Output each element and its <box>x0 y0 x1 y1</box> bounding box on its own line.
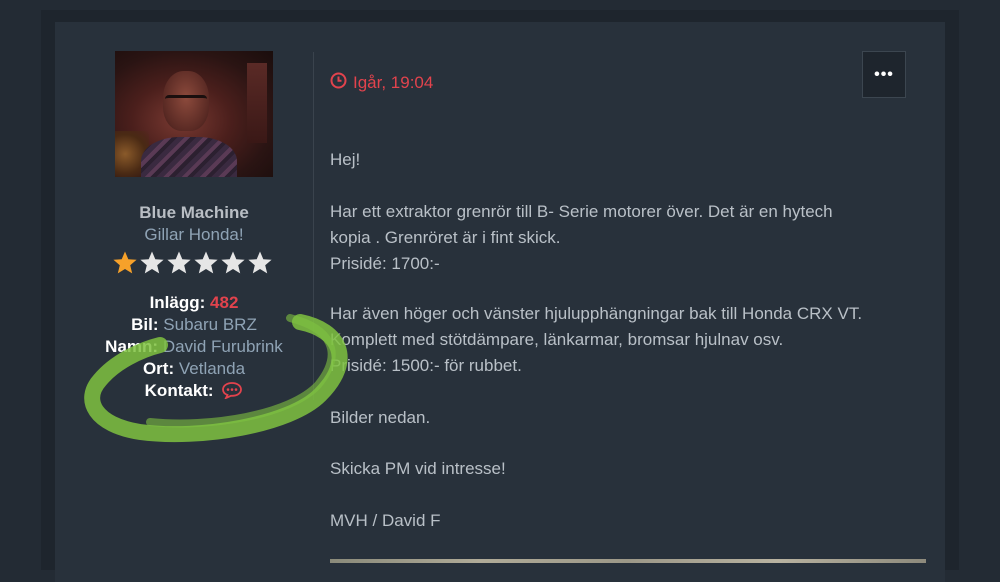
post-paragraph: Har ett extraktor grenrör till B- Serie … <box>330 199 930 277</box>
author-title: Gillar Honda! <box>144 225 244 244</box>
chat-bubble-icon[interactable] <box>221 381 243 405</box>
timestamp-text: Igår, 19:04 <box>353 73 434 92</box>
author-rating <box>112 250 273 278</box>
post-line: Skicka PM vid intresse! <box>330 459 506 478</box>
post-paragraph: Hej! <box>330 147 930 173</box>
post-line: kopia . Grenröret är i fint skick. <box>330 228 561 247</box>
post-menu-button[interactable]: ••• <box>862 51 906 98</box>
attached-image[interactable] <box>330 559 926 563</box>
ellipsis-icon: ••• <box>874 65 894 83</box>
info-label: Ort: <box>142 359 175 378</box>
clock-icon <box>330 72 347 94</box>
author-name[interactable]: Blue Machine <box>55 203 333 223</box>
post-paragraph: Skicka PM vid intresse! <box>330 456 930 482</box>
post-timestamp[interactable]: Igår, 19:04 <box>330 72 433 94</box>
info-row-location: Ort: Vetlanda <box>55 358 333 380</box>
author-avatar[interactable] <box>115 51 273 177</box>
star-empty-icon <box>221 251 245 274</box>
post-paragraph: Bilder nedan. <box>330 405 930 431</box>
post-count[interactable]: 482 <box>210 293 238 312</box>
info-label: Namn: <box>105 337 159 356</box>
info-row-car: Bil: Subaru BRZ <box>55 314 333 336</box>
post-line: Hej! <box>330 150 361 169</box>
post-line: Bilder nedan. <box>330 408 431 427</box>
star-filled-icon <box>113 251 137 274</box>
info-label: Bil: <box>131 315 159 334</box>
post-line: Har ett extraktor grenrör till B- Serie … <box>330 202 833 221</box>
post-line: Komplett med stötdämpare, länkarmar, bro… <box>330 330 784 349</box>
info-row-posts: Inlägg: 482 <box>55 292 333 314</box>
star-empty-icon <box>167 251 191 274</box>
info-label: Kontakt: <box>144 381 214 400</box>
post-line: Prisidé: 1700:- <box>330 254 440 273</box>
post-paragraph: Har även höger och vänster hjulupphängni… <box>330 301 930 379</box>
post-line: Har även höger och vänster hjulupphängni… <box>330 304 863 323</box>
car-value: Subaru BRZ <box>163 315 257 334</box>
post-line: MVH / David F <box>330 511 441 530</box>
info-row-name: Namn: David Furubrink <box>55 336 333 358</box>
name-value: David Furubrink <box>162 337 283 356</box>
star-empty-icon <box>194 251 218 274</box>
star-empty-icon <box>248 251 272 274</box>
column-divider <box>313 52 314 400</box>
post-paragraph: MVH / David F <box>330 508 930 534</box>
info-label: Inlägg: <box>149 293 206 312</box>
star-empty-icon <box>140 251 164 274</box>
post-line: Prisidé: 1500:- för rubbet. <box>330 356 522 375</box>
info-row-contact: Kontakt: <box>55 380 333 405</box>
location-value: Vetlanda <box>178 359 246 378</box>
